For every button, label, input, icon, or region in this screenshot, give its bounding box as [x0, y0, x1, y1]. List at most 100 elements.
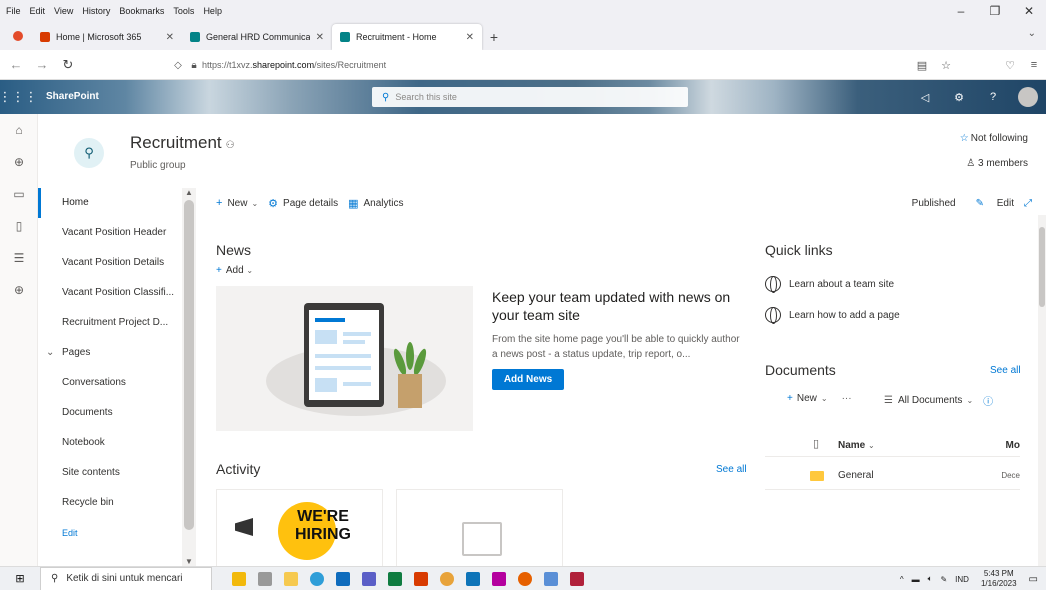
tab-close-icon[interactable]: ✕ [316, 32, 324, 43]
nav-item-pages[interactable]: ⌄ Pages [38, 338, 182, 368]
close-icon[interactable]: ✕ [1012, 0, 1046, 22]
edge-icon[interactable] [310, 571, 324, 586]
network-icon[interactable]: ▬ [912, 575, 920, 584]
analytics-button[interactable]: ▦ Analytics [348, 197, 403, 210]
document-name[interactable]: General [838, 470, 874, 481]
back-icon[interactable]: ← [6, 57, 26, 72]
account-avatar[interactable] [1018, 87, 1038, 107]
edit-button[interactable]: ✎ Edit [966, 198, 1014, 209]
nav-edit-link[interactable]: Edit [38, 518, 182, 548]
address-bar[interactable]: ◇ 🔒︎ https://t1xvz. sharepoint.com/sites/… [170, 55, 910, 75]
info-icon[interactable]: ⓘ [983, 393, 993, 408]
site-title[interactable]: Recruitment ⚇ [130, 133, 235, 153]
expand-icon[interactable]: ⤢ [1024, 198, 1032, 209]
volume-icon[interactable]: 🔈︎ [928, 574, 933, 584]
quick-link-team-site[interactable]: Learn about a team site [765, 276, 894, 293]
firefox-icon[interactable] [518, 571, 532, 586]
sites-globe-icon[interactable]: ⊕ [0, 146, 38, 178]
menu-view[interactable]: View [54, 6, 73, 16]
reader-view-icon[interactable]: ▤ [910, 59, 934, 72]
app-icon[interactable] [570, 571, 584, 586]
page-details-button[interactable]: ⚙ Page details [268, 197, 338, 210]
windows-start-icon[interactable]: ⊞ [0, 572, 40, 585]
language-indicator[interactable]: IND [955, 575, 969, 584]
nav-item-conversations[interactable]: Conversations [38, 368, 182, 398]
nav-item-home[interactable]: Home [38, 188, 182, 218]
chevron-down-icon[interactable]: ⌄ [46, 338, 62, 368]
tab-microsoft-365[interactable]: Home | Microsoft 365 ✕ [32, 24, 182, 50]
notification-icon[interactable]: ▭ [1029, 574, 1038, 585]
documents-see-all-link[interactable]: See all [990, 365, 1021, 376]
taskbar-search-input[interactable]: ⚲ Ketik di sini untuk mencari [40, 566, 212, 590]
page-scrollbar[interactable] [1038, 215, 1046, 566]
add-news-button[interactable]: Add News [492, 369, 564, 390]
files-icon[interactable]: ▯ [0, 210, 38, 242]
pen-icon[interactable]: ✎ [940, 575, 947, 584]
nav-item-vacant-position-classification[interactable]: Vacant Position Classifi... [38, 278, 182, 308]
widgets-icon[interactable] [232, 571, 246, 586]
nav-item-vacant-position-header[interactable]: Vacant Position Header [38, 218, 182, 248]
file-type-icon[interactable]: ▯ [813, 437, 819, 450]
minimize-icon[interactable]: – [944, 0, 978, 22]
office-icon[interactable] [414, 571, 428, 586]
more-options-icon[interactable]: ··· [842, 393, 852, 404]
follow-button[interactable]: ☆ Not following [960, 133, 1028, 144]
activity-card-document[interactable] [396, 489, 563, 566]
menu-help[interactable]: Help [203, 6, 222, 16]
menu-history[interactable]: History [82, 6, 110, 16]
teams-app-icon[interactable] [362, 571, 376, 586]
scroll-down-icon[interactable]: ▼ [182, 557, 196, 566]
forward-icon[interactable]: → [32, 57, 52, 72]
lists-icon[interactable]: ☰ [0, 242, 38, 274]
app-menu-icon[interactable]: ≡ [1022, 59, 1046, 71]
activity-see-all-link[interactable]: See all [716, 464, 747, 475]
settings-gear-icon[interactable]: ⚙ [942, 91, 976, 104]
site-search-input[interactable]: ⚲ Search this site [372, 87, 688, 107]
documents-new-button[interactable]: + New ⌄ ··· [787, 393, 852, 404]
reload-icon[interactable]: ↻ [58, 57, 78, 73]
new-tab-icon[interactable]: + [482, 24, 506, 50]
nav-item-vacant-position-details[interactable]: Vacant Position Details [38, 248, 182, 278]
members-button[interactable]: ♙ 3 members [966, 158, 1028, 169]
news-add-button[interactable]: + Add ⌄ [216, 265, 253, 276]
chevron-up-icon[interactable]: ^ [900, 575, 904, 584]
nav-item-recruitment-project[interactable]: Recruitment Project D... [38, 308, 182, 338]
chrome-icon[interactable] [440, 571, 454, 586]
scroll-up-icon[interactable]: ▲ [182, 188, 196, 197]
clock[interactable]: 5:43 PM 1/16/2023 [981, 569, 1017, 589]
firefox-view-icon[interactable] [4, 22, 32, 50]
scrollbar-thumb[interactable] [1039, 227, 1045, 307]
table-row[interactable]: General Dece [765, 462, 1020, 490]
task-view-icon[interactable] [258, 571, 272, 586]
activity-card-hiring[interactable]: WE'RE HIRING [216, 489, 383, 566]
tab-close-icon[interactable]: ✕ [166, 32, 174, 43]
tab-general-hrd[interactable]: General HRD Communication S ✕ [182, 24, 332, 50]
create-icon[interactable]: ⊕ [0, 274, 38, 306]
list-all-tabs-icon[interactable]: ⌄ [1028, 28, 1036, 39]
site-logo[interactable]: ⚲ [74, 138, 104, 168]
menu-bookmarks[interactable]: Bookmarks [119, 6, 164, 16]
nav-item-documents[interactable]: Documents [38, 398, 182, 428]
restore-icon[interactable]: ❐ [978, 0, 1012, 22]
pocket-icon[interactable]: ♡ [998, 59, 1022, 72]
app-icon[interactable] [544, 571, 558, 586]
tracking-shield-icon[interactable]: ◇ [170, 60, 186, 71]
documents-view-selector[interactable]: ☰ All Documents ⌄ ⓘ [884, 393, 993, 408]
sharepoint-brand[interactable]: SharePoint [46, 80, 99, 114]
tab-close-icon[interactable]: ✕ [466, 32, 474, 43]
news-icon[interactable]: ▭ [0, 178, 38, 210]
nav-item-recycle-bin[interactable]: Recycle bin [38, 488, 182, 518]
menu-file[interactable]: File [6, 6, 21, 16]
menu-tools[interactable]: Tools [173, 6, 194, 16]
column-name[interactable]: Name ⌄ [838, 440, 875, 451]
nav-item-site-contents[interactable]: Site contents [38, 458, 182, 488]
app-icon[interactable] [492, 571, 506, 586]
feedback-icon[interactable]: ◁ [908, 91, 942, 104]
menu-edit[interactable]: Edit [30, 6, 46, 16]
bookmark-star-icon[interactable]: ☆ [934, 59, 958, 72]
column-modified[interactable]: Mo [1006, 440, 1020, 451]
mail-icon[interactable] [336, 571, 350, 586]
nav-item-notebook[interactable]: Notebook [38, 428, 182, 458]
new-button[interactable]: + New ⌄ [216, 197, 258, 209]
home-icon[interactable]: ⌂ [0, 114, 38, 146]
